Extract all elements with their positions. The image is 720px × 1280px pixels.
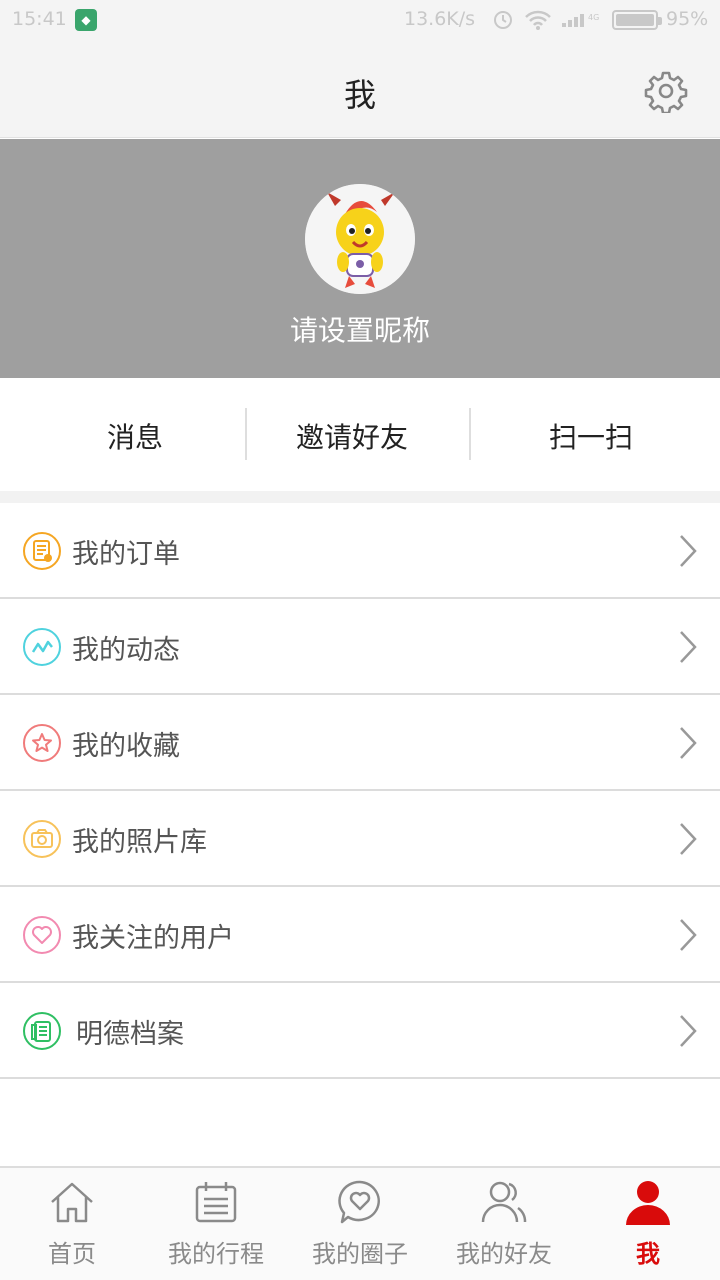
scan-button[interactable]: 扫一扫 — [549, 416, 633, 456]
menu-item-label: 明德档案 — [76, 1019, 184, 1050]
star-icon — [23, 724, 61, 762]
menu-item-label: 我关注的用户 — [72, 923, 234, 954]
chevron-right-icon — [680, 631, 697, 663]
tab-my-friends[interactable]: 我的好友 — [432, 1168, 576, 1280]
tab-label: 我的行程 — [168, 1240, 264, 1268]
order-icon — [23, 532, 61, 570]
chevron-right-icon — [680, 535, 697, 567]
tab-label: 我 — [636, 1240, 660, 1268]
menu-item-label: 我的订单 — [72, 539, 180, 570]
person-icon — [626, 1181, 670, 1225]
divider — [469, 408, 471, 460]
page-title: 我 — [343, 76, 376, 114]
chevron-right-icon — [680, 727, 697, 759]
chevron-right-icon — [680, 823, 697, 855]
signal-icon: 4G — [562, 11, 606, 34]
menu-item-archive[interactable]: 明德档案 — [0, 983, 720, 1079]
alarm-icon — [492, 8, 514, 35]
divider — [245, 408, 247, 460]
chevron-right-icon — [680, 919, 697, 951]
friends-icon — [481, 1181, 527, 1223]
menu-item-label: 我的收藏 — [72, 731, 180, 762]
tab-me[interactable]: 我 — [576, 1168, 720, 1280]
tab-label: 我的圈子 — [312, 1240, 408, 1268]
svg-text:4G: 4G — [588, 13, 599, 22]
menu-item-photo-library[interactable]: 我的照片库 — [0, 791, 720, 887]
menu-item-followed-users[interactable]: 我关注的用户 — [0, 887, 720, 983]
menu-item-label: 我的照片库 — [72, 827, 207, 858]
invite-friends-button[interactable]: 邀请好友 — [296, 416, 408, 456]
battery-percent: 95% — [666, 8, 709, 30]
wifi-icon — [524, 9, 552, 36]
quick-actions: 消息 邀请好友 扫一扫 — [0, 378, 720, 491]
calendar-icon — [195, 1182, 237, 1223]
camera-icon — [23, 820, 61, 858]
home-icon — [51, 1182, 93, 1223]
menu-item-orders[interactable]: 我的订单 — [0, 503, 720, 599]
heart-icon — [23, 916, 61, 954]
menu-item-favorites[interactable]: 我的收藏 — [0, 695, 720, 791]
mascot-avatar-icon — [305, 184, 415, 294]
profile-header: 请设置昵称 — [0, 139, 720, 378]
shield-icon: ◆ — [75, 9, 97, 31]
status-bar: 15:41 ◆ 13.6K/s 4G 95% — [0, 0, 720, 40]
battery-icon — [612, 10, 662, 30]
menu-item-label: 我的动态 — [72, 635, 180, 666]
nickname-prompt[interactable]: 请设置昵称 — [0, 309, 720, 349]
activity-icon — [23, 628, 61, 666]
network-speed: 13.6K/s — [404, 8, 476, 30]
messages-button[interactable]: 消息 — [107, 416, 163, 456]
tab-my-trips[interactable]: 我的行程 — [144, 1168, 288, 1280]
chevron-right-icon — [680, 1015, 697, 1047]
title-bar: 我 — [0, 40, 720, 138]
section-gap — [0, 491, 720, 503]
settings-gear-icon[interactable] — [644, 69, 688, 113]
tab-my-circle[interactable]: 我的圈子 — [288, 1168, 432, 1280]
chat-heart-icon — [338, 1180, 380, 1224]
avatar[interactable] — [305, 184, 415, 294]
tab-home[interactable]: 首页 — [0, 1168, 144, 1280]
status-time: 15:41 — [12, 8, 67, 30]
tab-label: 首页 — [48, 1240, 96, 1268]
bottom-tab-bar: 首页 我的行程 我的圈子 我的好友 我 — [0, 1166, 720, 1280]
menu-item-activity[interactable]: 我的动态 — [0, 599, 720, 695]
menu-list: 我的订单 我的动态 我的收藏 我的照片库 我关注的用户 明德档案 — [0, 503, 720, 1079]
tab-label: 我的好友 — [456, 1240, 552, 1268]
archive-icon — [23, 1012, 61, 1050]
